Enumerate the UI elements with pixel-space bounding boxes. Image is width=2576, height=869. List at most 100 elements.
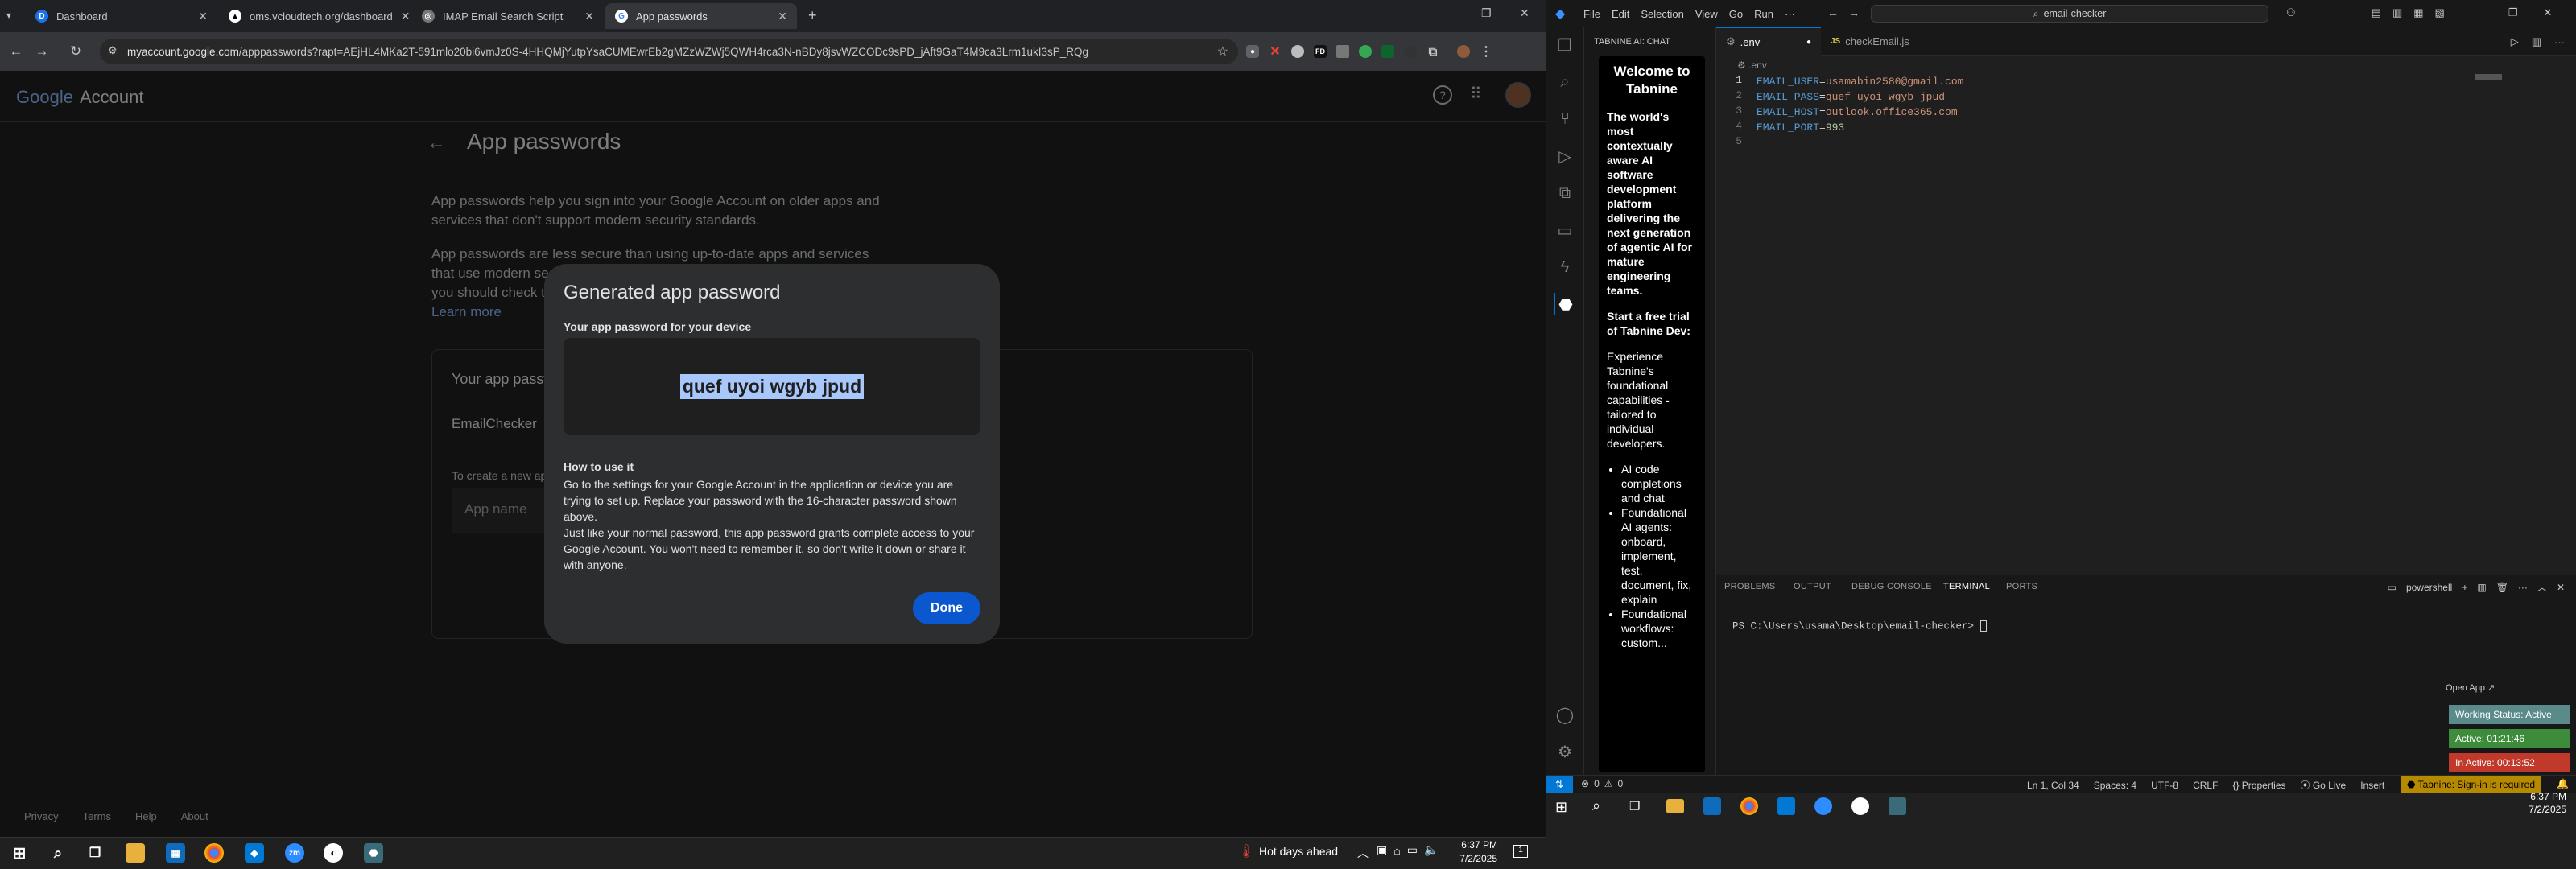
extension-x-icon[interactable]: ✕ [1269, 45, 1282, 59]
problems-indicator[interactable]: ⊗ 0 ⚠ 0 [1581, 778, 1623, 789]
close-tab-icon[interactable]: ✕ [778, 10, 787, 23]
address-bar[interactable]: ⚙ myaccount.google.com/apppasswords?rapt… [100, 39, 1238, 64]
new-terminal-icon[interactable]: + [2462, 582, 2467, 593]
accounts-icon[interactable]: ◯ [1554, 703, 1576, 726]
tray-speaker-icon[interactable]: 🔈 [1424, 843, 1438, 857]
copilot-icon[interactable]: ⚇ [2286, 6, 2296, 19]
minimap[interactable] [2475, 74, 2502, 80]
go-live-button[interactable]: ⦿ Go Live [2301, 778, 2347, 792]
tab-dashboard[interactable]: D Dashboard ✕ [26, 3, 217, 29]
tray-network-icon[interactable]: ⌂ [1393, 844, 1400, 857]
extensions-puzzle-icon[interactable]: ⧉ [1426, 45, 1439, 59]
chrome-taskbar-icon[interactable] [204, 843, 224, 863]
store-icon[interactable]: ▦ [166, 843, 185, 863]
cursor-position[interactable]: Ln 1, Col 34 [2027, 780, 2079, 791]
windows-start-icon[interactable]: ⊞ [1555, 799, 1567, 816]
search-view-icon[interactable]: ⌕ [1554, 71, 1576, 93]
vscode-taskbar-icon[interactable]: ◆ [245, 843, 264, 863]
extension-fd-icon[interactable]: FD [1314, 45, 1327, 58]
toggle-sidebar-icon[interactable]: ▤ [2372, 6, 2381, 19]
encoding[interactable]: UTF-8 [2151, 780, 2178, 791]
extension-dark-icon[interactable] [1404, 45, 1417, 58]
extension-green-icon[interactable] [1381, 45, 1394, 58]
restore-icon[interactable]: ❐ [2508, 6, 2518, 19]
windows-start-icon[interactable]: ⊞ [10, 843, 29, 863]
forward-icon[interactable]: → [31, 40, 53, 63]
command-center-search[interactable]: ⌕ email-checker [1871, 5, 2268, 23]
tray-chevron-icon[interactable]: ︿ [1357, 845, 1368, 861]
layout-icon[interactable]: ▧ [2435, 6, 2445, 19]
chrome-menu-icon[interactable]: ⋮ [1480, 45, 1492, 59]
terminal-output[interactable]: PS C:\Users\usama\Desktop\email-checker> [1732, 620, 1987, 632]
toggle-panel-icon[interactable]: ▥ [2392, 6, 2402, 19]
restore-icon[interactable]: ❐ [1481, 6, 1492, 20]
weather-icon[interactable]: 🌡 [1238, 843, 1254, 859]
generated-password[interactable]: quef uyoi wgyb jpud [679, 373, 865, 399]
toggle-secondary-icon[interactable]: ▦ [2413, 6, 2423, 19]
taskbar-date[interactable]: 7/2/2025 [2521, 804, 2566, 815]
menu-file[interactable]: File [1578, 8, 1606, 20]
notifications-bell-icon[interactable]: 🔔 [2557, 778, 2569, 789]
notifications-icon[interactable]: 1 [1513, 845, 1528, 858]
panel-tab-terminal[interactable]: TERMINAL [1943, 582, 1991, 595]
source-control-icon[interactable]: ⑂ [1554, 108, 1576, 130]
tab-env[interactable]: ⚙ .env ● [1716, 27, 1821, 56]
chrome-taskbar-icon[interactable] [1740, 797, 1758, 815]
close-window-icon[interactable]: ✕ [1520, 6, 1530, 20]
remote-explorer-icon[interactable]: ▭ [1554, 219, 1576, 241]
close-tab-icon[interactable]: ✕ [198, 10, 208, 23]
maximize-panel-icon[interactable]: ︿ [2537, 580, 2547, 594]
open-app-link[interactable]: Open App ↗ [2446, 682, 2495, 693]
thunder-client-icon[interactable]: ϟ [1554, 256, 1576, 278]
run-icon[interactable]: ▷ [2511, 35, 2519, 48]
tracker-taskbar-icon[interactable]: ⬣ [364, 843, 383, 863]
file-explorer-icon[interactable] [126, 843, 145, 863]
line-ending[interactable]: CRLF [2193, 780, 2218, 791]
zoom-taskbar-icon[interactable] [1814, 797, 1832, 815]
site-info-icon[interactable]: ⚙ [108, 44, 118, 57]
tray-display-icon[interactable]: ▭ [1407, 843, 1418, 857]
vscode-taskbar-icon[interactable] [1777, 797, 1795, 815]
panel-tab-ports[interactable]: PORTS [2006, 582, 2037, 591]
panel-tab-problems[interactable]: PROBLEMS [1724, 582, 1776, 591]
remote-indicator-icon[interactable]: ⇅ [1546, 776, 1573, 793]
task-view-icon[interactable]: ❐ [85, 843, 105, 863]
close-panel-icon[interactable]: ✕ [2557, 582, 2565, 593]
tab-oms[interactable]: ▲ oms.vcloudtech.org/dashboard ✕ [219, 3, 411, 29]
minimize-icon[interactable]: — [1441, 6, 1452, 19]
minimize-icon[interactable]: — [2472, 7, 2483, 19]
tray-app-icon[interactable]: ▣ [1377, 843, 1387, 857]
taskbar-date[interactable]: 7/2/2025 [1459, 853, 1497, 864]
split-terminal-icon[interactable]: ▥ [2477, 582, 2486, 593]
run-debug-icon[interactable]: ▷ [1554, 145, 1576, 167]
bookmark-star-icon[interactable]: ☆ [1217, 43, 1228, 60]
shell-name[interactable]: powershell [2406, 582, 2452, 593]
panel-tab-output[interactable]: OUTPUT [1794, 582, 1831, 591]
menu-edit[interactable]: Edit [1606, 8, 1635, 20]
tab-app-passwords[interactable]: G App passwords ✕ [605, 3, 797, 29]
tabnine-icon[interactable]: ⬣ [1554, 293, 1576, 315]
menu-more[interactable]: ··· [1779, 8, 1801, 20]
nav-forward-icon[interactable]: → [1848, 6, 1860, 19]
menu-selection[interactable]: Selection [1635, 8, 1689, 20]
manage-gear-icon[interactable]: ⚙ [1554, 740, 1576, 763]
explorer-icon[interactable]: ❐ [1554, 34, 1576, 56]
app-taskbar-icon[interactable] [1852, 797, 1869, 815]
tab-search-icon[interactable]: ▾ [6, 10, 11, 21]
profile-avatar-icon[interactable] [1457, 45, 1470, 58]
close-tab-icon[interactable]: ✕ [584, 10, 594, 23]
zoom-taskbar-icon[interactable]: zm [285, 843, 304, 863]
taskbar-search-icon[interactable]: ⌕ [48, 843, 68, 863]
more-actions-icon[interactable]: ··· [2554, 36, 2565, 48]
split-editor-icon[interactable]: ▥ [2532, 35, 2541, 48]
panel-tab-debug-console[interactable]: DEBUG CONSOLE [1852, 582, 1932, 591]
menu-go[interactable]: Go [1724, 8, 1748, 20]
app-taskbar-icon[interactable]: ◐ [324, 843, 343, 863]
unsaved-dot-icon[interactable]: ● [1806, 38, 1811, 47]
taskbar-search-icon[interactable]: ⌕ [1592, 797, 1600, 814]
nav-back-icon[interactable]: ← [1827, 6, 1839, 19]
store-icon[interactable] [1703, 797, 1721, 815]
tabnine-status[interactable]: ⬣ Tabnine: Sign-in is required [2401, 776, 2542, 793]
weather-text[interactable]: Hot days ahead [1259, 845, 1338, 858]
more-actions-icon[interactable]: ··· [2518, 582, 2528, 593]
